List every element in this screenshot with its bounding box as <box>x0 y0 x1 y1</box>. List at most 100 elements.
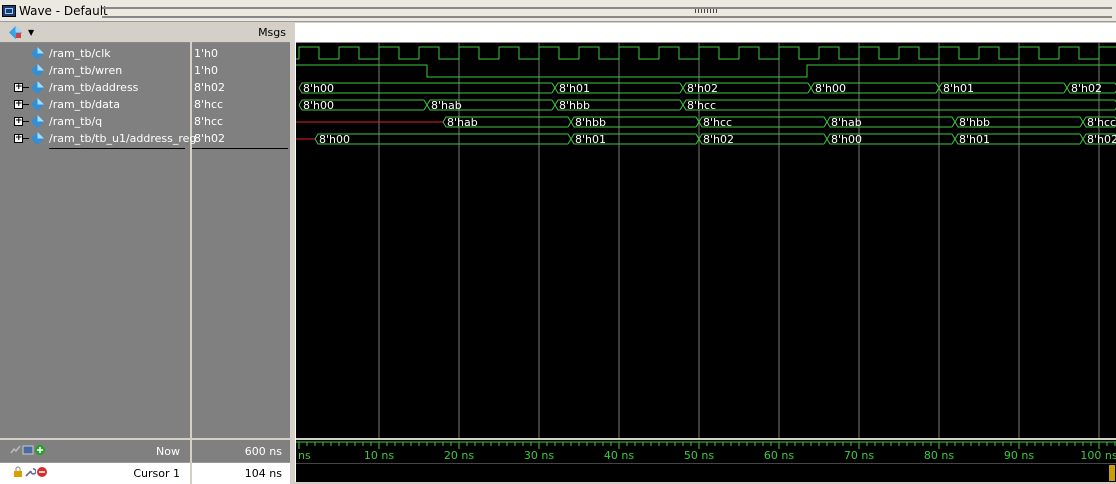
signal-row[interactable]: + /ram_tb/data <box>0 96 190 113</box>
signal-row[interactable]: + /ram_tb/tb_u1/address_reg <box>0 130 196 147</box>
ruler-tick-label: 10 ns <box>364 449 394 462</box>
q-bus-value-label: 8'hbb <box>575 116 606 129</box>
signal-name: /ram_tb/tb_u1/address_reg <box>49 132 197 145</box>
value-underline <box>192 148 288 149</box>
signal-diamond-icon <box>31 47 44 60</box>
data-bus-value-label: 8'hcc <box>687 99 716 112</box>
signal-name: /ram_tb/data <box>49 98 120 111</box>
signal-diamond-icon <box>31 98 44 111</box>
tree-connector <box>23 87 29 88</box>
address-reg-bus-segment <box>314 133 572 145</box>
signal-row[interactable]: + /ram_tb/q <box>0 113 190 130</box>
expand-plus-icon[interactable]: + <box>14 100 23 109</box>
window-titlebar[interactable]: Wave - Default <box>0 0 1116 22</box>
signal-diamond-icon <box>31 81 44 94</box>
address-bus-value-label: 8'h01 <box>559 82 590 95</box>
signal-row[interactable]: /ram_tb/clk <box>0 45 190 62</box>
address-bus-value-label: 8'h00 <box>303 82 334 95</box>
now-label: Now <box>156 445 180 458</box>
tree-connector <box>23 121 29 122</box>
now-value: 600 ns <box>244 445 282 458</box>
titlebar-drag-lines <box>102 7 1112 18</box>
signal-value: 1'h0 <box>194 47 218 60</box>
ruler-tick-label: 40 ns <box>604 449 634 462</box>
address-reg-bus-value-label: 8'h01 <box>575 133 606 146</box>
address-bus-value-label: 8'h02 <box>687 82 718 95</box>
signal-value-row[interactable]: 8'hcc <box>192 113 290 130</box>
wrench-icon[interactable] <box>24 466 36 478</box>
signal-value-row[interactable]: 8'h02 <box>192 79 290 96</box>
ruler-start-label: ns <box>298 449 311 462</box>
wave-header <box>296 23 1116 43</box>
ruler-tick-label: 50 ns <box>684 449 714 462</box>
ruler-tick-label: 80 ns <box>924 449 954 462</box>
zoom-icon[interactable] <box>10 444 22 456</box>
signal-name: /ram_tb/q <box>49 115 103 128</box>
waveform-icon[interactable] <box>22 444 34 456</box>
ruler-tick-label: 60 ns <box>764 449 794 462</box>
address-reg-bus-value-label: 8'h02 <box>1087 133 1116 146</box>
cursor-row[interactable]: Cursor 1 <box>0 462 190 484</box>
q-bus-value-label: 8'hab <box>447 116 478 129</box>
signal-value-row[interactable]: 8'hcc <box>192 96 290 113</box>
signal-value-row[interactable]: 1'h0 <box>192 62 290 79</box>
window-title: Wave - Default <box>19 4 108 18</box>
wren-wave <box>296 64 1116 78</box>
address-reg-bus-value-label: 8'h00 <box>319 133 350 146</box>
chevron-down-icon[interactable]: ▼ <box>28 28 34 37</box>
signal-value-row[interactable]: 1'h0 <box>192 45 290 62</box>
q-bus-value-label: 8'hcc <box>703 116 732 129</box>
ruler-tick-label: 30 ns <box>524 449 554 462</box>
data-bus-value-label: 8'hbb <box>559 99 590 112</box>
signal-value: 8'h02 <box>194 81 225 94</box>
time-ruler[interactable]: ns 10 ns 20 ns 30 ns 40 ns 50 ns 60 ns 70 ns 80 … <box>296 440 1116 463</box>
clk-wave <box>296 46 1116 60</box>
signal-name: /ram_tb/clk <box>49 47 111 60</box>
waveform-canvas[interactable]: 8'h00 8'h01 8'h02 8'h00 8'h01 8'h02 8'h00 8'hab… <box>296 43 1116 438</box>
signal-diamond-icon <box>31 64 44 77</box>
lock-icon[interactable] <box>12 466 24 478</box>
signal-diamond-icon[interactable] <box>9 26 22 39</box>
data-bus-segment <box>682 99 1116 111</box>
signal-diamond-icon <box>31 115 44 128</box>
signal-value-row[interactable]: 8'h02 <box>192 130 290 147</box>
signal-header: ▼ <box>0 23 190 43</box>
signal-value: 8'h02 <box>194 132 225 145</box>
signal-value: 8'hcc <box>194 115 224 128</box>
address-bus-value-label: 8'h00 <box>815 82 846 95</box>
tree-connector <box>23 104 29 105</box>
now-row: Now <box>0 440 190 462</box>
address-bus-segment <box>298 82 556 94</box>
address-reg-bus-value-label: 8'h02 <box>703 133 734 146</box>
signal-row[interactable]: /ram_tb/wren <box>0 62 190 79</box>
wave-window-icon <box>2 5 16 17</box>
cursor-marker[interactable] <box>1109 465 1115 481</box>
tree-connector <box>23 138 29 139</box>
titlebar-grip[interactable] <box>695 9 717 13</box>
expand-plus-icon[interactable]: + <box>14 134 23 143</box>
ruler-tick-label: 100 ns <box>1080 449 1116 462</box>
cursor-label: Cursor 1 <box>133 467 180 480</box>
data-bus-value-label: 8'h00 <box>303 99 334 112</box>
cursor-value-cell[interactable]: 104 ns <box>192 462 290 484</box>
ruler-tick-label: 20 ns <box>444 449 474 462</box>
cursor-value: 104 ns <box>244 467 282 480</box>
remove-cursor-icon[interactable] <box>36 466 48 478</box>
selection-underline <box>49 148 185 149</box>
address-reg-bus-value-label: 8'h00 <box>831 133 862 146</box>
q-bus-value-label: 8'hab <box>831 116 862 129</box>
expand-plus-icon[interactable]: + <box>14 83 23 92</box>
ruler-tick-label: 70 ns <box>844 449 874 462</box>
now-value-cell: 600 ns <box>192 440 290 462</box>
cursor-track[interactable] <box>296 463 1116 482</box>
signal-row[interactable]: + /ram_tb/address <box>0 79 190 96</box>
address-reg-bus-value-label: 8'h01 <box>959 133 990 146</box>
value-header: Msgs <box>192 23 290 43</box>
expand-plus-icon[interactable]: + <box>14 117 23 126</box>
q-bus-value-label: 8'hcc <box>1087 116 1116 129</box>
address-bus-value-label: 8'h02 <box>1071 82 1102 95</box>
signal-name: /ram_tb/wren <box>49 64 123 77</box>
add-cursor-icon[interactable] <box>34 444 46 456</box>
signal-name: /ram_tb/address <box>49 81 139 94</box>
q-bus-value-label: 8'hbb <box>959 116 990 129</box>
